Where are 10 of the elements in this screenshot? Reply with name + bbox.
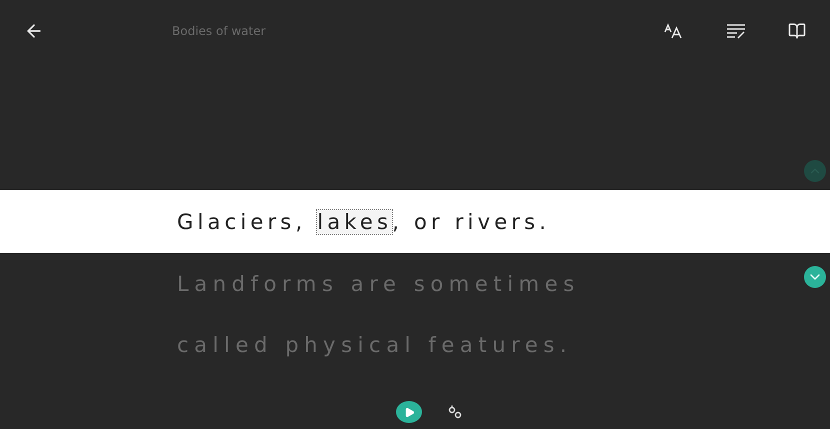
line-text: Landforms are sometimes (177, 272, 580, 296)
play-icon (404, 406, 414, 418)
voice-settings-icon[interactable] (446, 403, 464, 421)
line-text: Glaciers, (177, 210, 308, 234)
line-text: called physical features. (177, 332, 572, 356)
scroll-down-button[interactable] (804, 266, 826, 288)
highlighted-word: lakes (317, 210, 392, 234)
play-button[interactable] (396, 401, 422, 423)
line-text: , or rivers. (392, 210, 550, 234)
document-title: Bodies of water (172, 24, 267, 38)
